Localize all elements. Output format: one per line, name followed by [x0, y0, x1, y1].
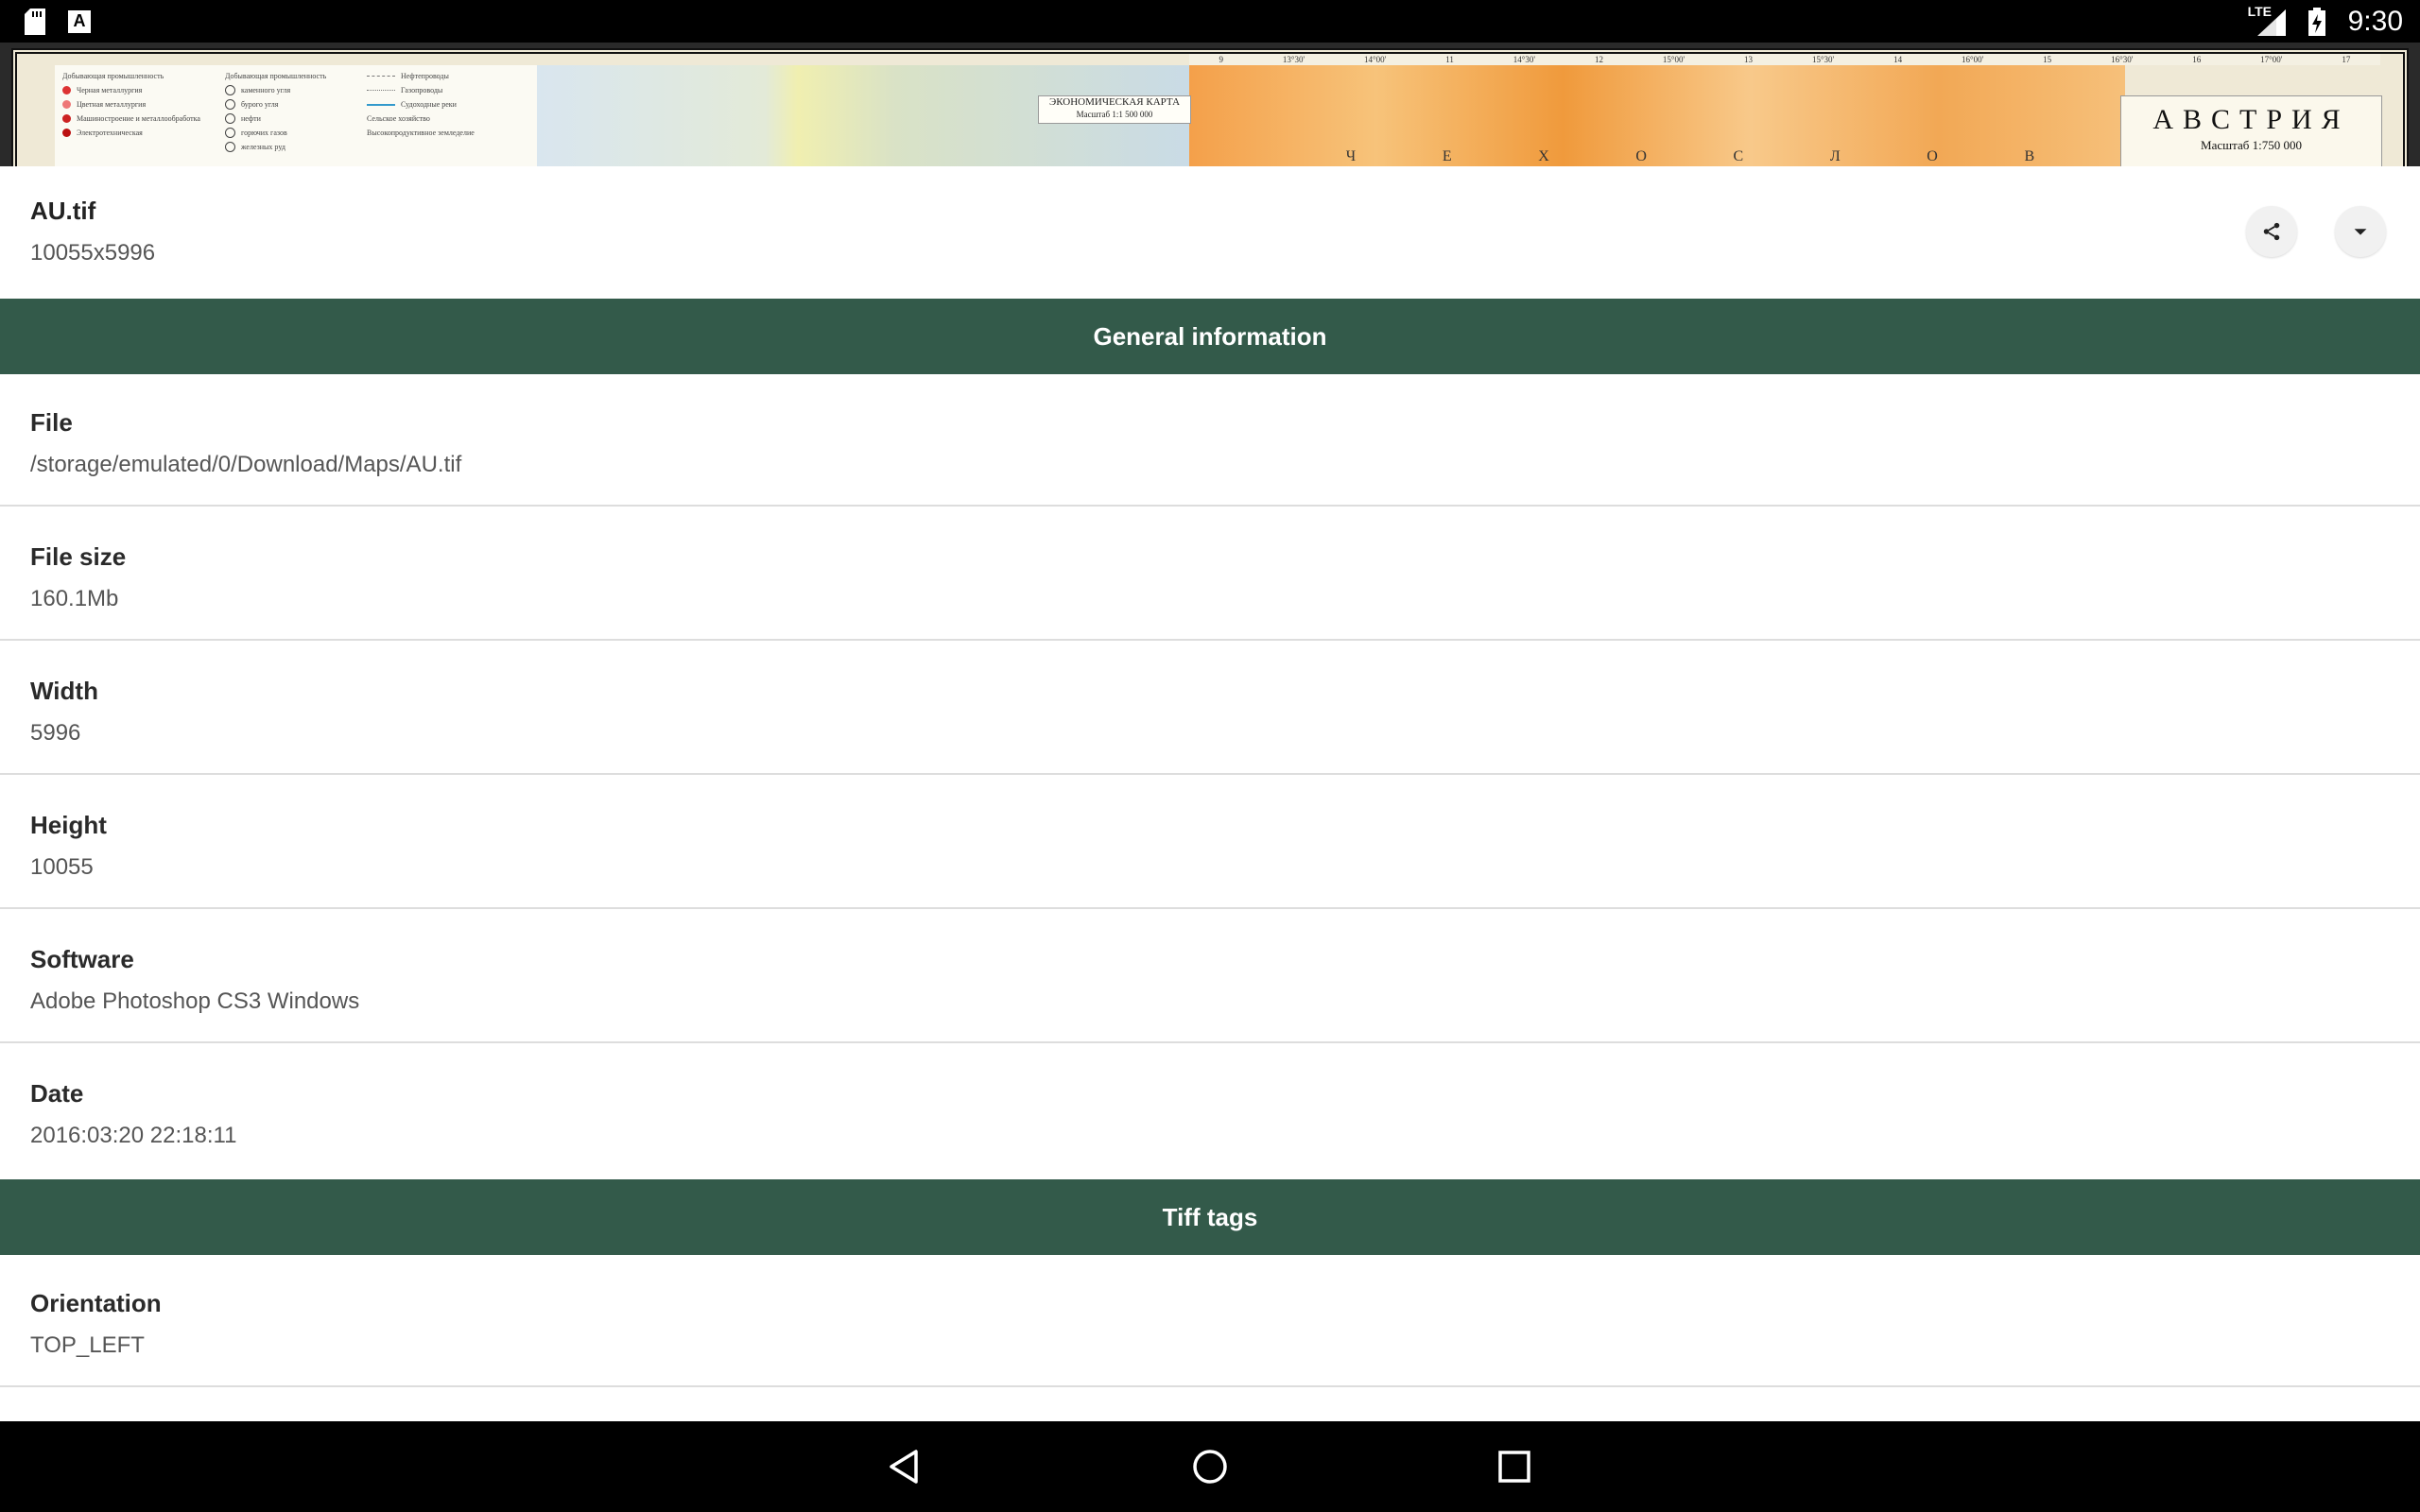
file-header: AU.tif 10055x5996: [0, 166, 2420, 299]
map-letter-7: В: [2024, 148, 2035, 164]
map-letter-3: О: [1635, 148, 1647, 164]
status-right: LTE 9:30: [2248, 4, 2403, 38]
row-value: 160.1Mb: [30, 586, 119, 611]
share-icon: [2263, 222, 2280, 241]
info-row-date[interactable]: Date 2016:03:20 22:18:11: [0, 1045, 2420, 1177]
row-value: TOP_LEFT: [30, 1332, 145, 1358]
map-title: АВСТРИЯ: [2152, 104, 2350, 135]
legend-col-2: Добывающая промышленность каменного угля…: [225, 69, 326, 154]
map-tick-7: 13: [1744, 55, 1754, 64]
row-label: Width: [30, 677, 98, 705]
map-tick-15: 17: [2342, 55, 2351, 64]
row-value: 5996: [30, 720, 81, 746]
info-row-software[interactable]: Software Adobe Photoshop CS3 Windows: [0, 911, 2420, 1043]
info-row-orientation[interactable]: Orientation TOP_LEFT: [0, 1255, 2420, 1387]
legend-col1-0: Добывающая промышленность: [62, 72, 164, 80]
legend-col3-1: Газопроводы: [401, 86, 443, 94]
legend-col-1: Добывающая промышленность Черная металлу…: [62, 69, 200, 140]
map-tick-14: 17°00': [2260, 55, 2283, 64]
row-value: Adobe Photoshop CS3 Windows: [30, 988, 360, 1014]
legend-col1-4: Электротехническая: [77, 129, 143, 137]
clock: 9:30: [2347, 5, 2403, 37]
legend-col3-0: Нефтепроводы: [401, 72, 449, 80]
map-letter-0: Ч: [1345, 148, 1357, 164]
legend-col2-2: бурого угля: [241, 100, 279, 109]
row-value: 2016:03:20 22:18:11: [30, 1123, 237, 1148]
info-row-height[interactable]: Height 10055: [0, 777, 2420, 909]
legend-col3-4: Высокопродуктивное земледелие: [367, 129, 475, 137]
legend-col2-4: горючих газов: [241, 129, 287, 137]
row-label: Height: [30, 811, 107, 839]
row-value: /storage/emulated/0/Download/Maps/AU.tif: [30, 452, 462, 477]
map-letter-1: Е: [1442, 148, 1452, 164]
legend-col3-2: Судоходные реки: [401, 100, 457, 109]
legend-col2-5: железных руд: [241, 143, 285, 151]
map-tick-12: 16°30': [2111, 55, 2134, 64]
navigation-bar: [0, 1421, 2420, 1512]
map-tick-9: 14: [1893, 55, 1903, 64]
map-frame: Добывающая промышленность Черная металлу…: [11, 48, 2409, 166]
map-tick-1: 13°30': [1282, 55, 1305, 64]
row-value: 10055: [30, 854, 94, 880]
map-tick-3: 11: [1445, 55, 1454, 64]
battery-charging-icon: [2308, 7, 2325, 36]
info-row-width[interactable]: Width 5996: [0, 643, 2420, 775]
info-row-file-size[interactable]: File size 160.1Mb: [0, 508, 2420, 641]
map-tick-4: 14°30': [1512, 55, 1536, 64]
status-bar: A LTE 9:30: [0, 0, 2420, 43]
legend-col1-3: Машиностроение и металлообработка: [77, 114, 200, 123]
map-title-box: АВСТРИЯ Масштаб 1:750 000: [2120, 95, 2382, 166]
share-button[interactable]: [2246, 206, 2297, 257]
home-icon[interactable]: [1187, 1444, 1233, 1489]
legend-col3-3: Сельское хозяйство: [367, 114, 430, 123]
map-tick-2: 14°00': [1364, 55, 1387, 64]
sd-card-icon: [25, 8, 45, 35]
font-a-icon: A: [68, 9, 91, 33]
row-label: Date: [30, 1079, 84, 1108]
section-header-general: General information: [0, 299, 2420, 374]
map-tick-5: 12: [1594, 55, 1603, 64]
map-letter-4: С: [1733, 148, 1744, 164]
expand-button[interactable]: [2335, 206, 2386, 257]
map-preview-image[interactable]: Добывающая промышленность Черная металлу…: [0, 43, 2420, 166]
info-row-file[interactable]: File /storage/emulated/0/Download/Maps/A…: [0, 374, 2420, 507]
back-icon[interactable]: [882, 1444, 927, 1489]
map-subtitle: ЭКОНОМИЧЕСКАЯ КАРТА: [1048, 96, 1181, 108]
map-region-label: Ч Е Х О С Л О В: [1303, 148, 2078, 165]
row-label: Orientation: [30, 1289, 162, 1317]
map-letter-2: Х: [1538, 148, 1549, 164]
row-label: Software: [30, 945, 134, 973]
map-legend: Добывающая промышленность Черная металлу…: [55, 65, 538, 166]
row-label: File size: [30, 542, 127, 571]
map-coordinate-ticks: 9 13°30' 14°00' 11 14°30' 12 15°00' 13 1…: [1189, 54, 2380, 65]
section-header-tiff: Tiff tags: [0, 1179, 2420, 1255]
legend-col1-1: Черная металлургия: [77, 86, 143, 94]
map-tick-0: 9: [1219, 55, 1223, 64]
arrow-drop-down-icon: [2354, 229, 2367, 235]
map-tick-11: 15: [2043, 55, 2052, 64]
signal-icon: LTE: [2248, 4, 2286, 36]
map-tick-10: 16°00': [1962, 55, 1984, 64]
legend-col2-0: Добывающая промышленность: [225, 72, 327, 80]
map-tick-13: 16: [2192, 55, 2202, 64]
map-letter-5: Л: [1829, 148, 1841, 164]
map-subtitle-box: ЭКОНОМИЧЕСКАЯ КАРТА Масштаб 1:1 500 000: [1038, 95, 1191, 124]
map-letter-6: О: [1927, 148, 1938, 164]
recents-icon[interactable]: [1492, 1444, 1537, 1489]
map-subtitle-scale: Масштаб 1:1 500 000: [1076, 110, 1153, 119]
map-tick-8: 15°30': [1811, 55, 1835, 64]
map-tick-6: 15°00': [1662, 55, 1685, 64]
file-dimensions: 10055x5996: [30, 240, 156, 266]
legend-col2-3: нефти: [241, 114, 261, 123]
legend-col1-2: Цветная металлургия: [77, 100, 147, 109]
row-label: File: [30, 408, 73, 437]
legend-col2-1: каменного угля: [241, 86, 291, 94]
file-name: AU.tif: [30, 197, 96, 225]
legend-col-3: Нефтепроводы Газопроводы Судоходные реки…: [367, 69, 475, 140]
map-scale: Масштаб 1:750 000: [2201, 138, 2302, 152]
status-left: A: [25, 8, 91, 35]
